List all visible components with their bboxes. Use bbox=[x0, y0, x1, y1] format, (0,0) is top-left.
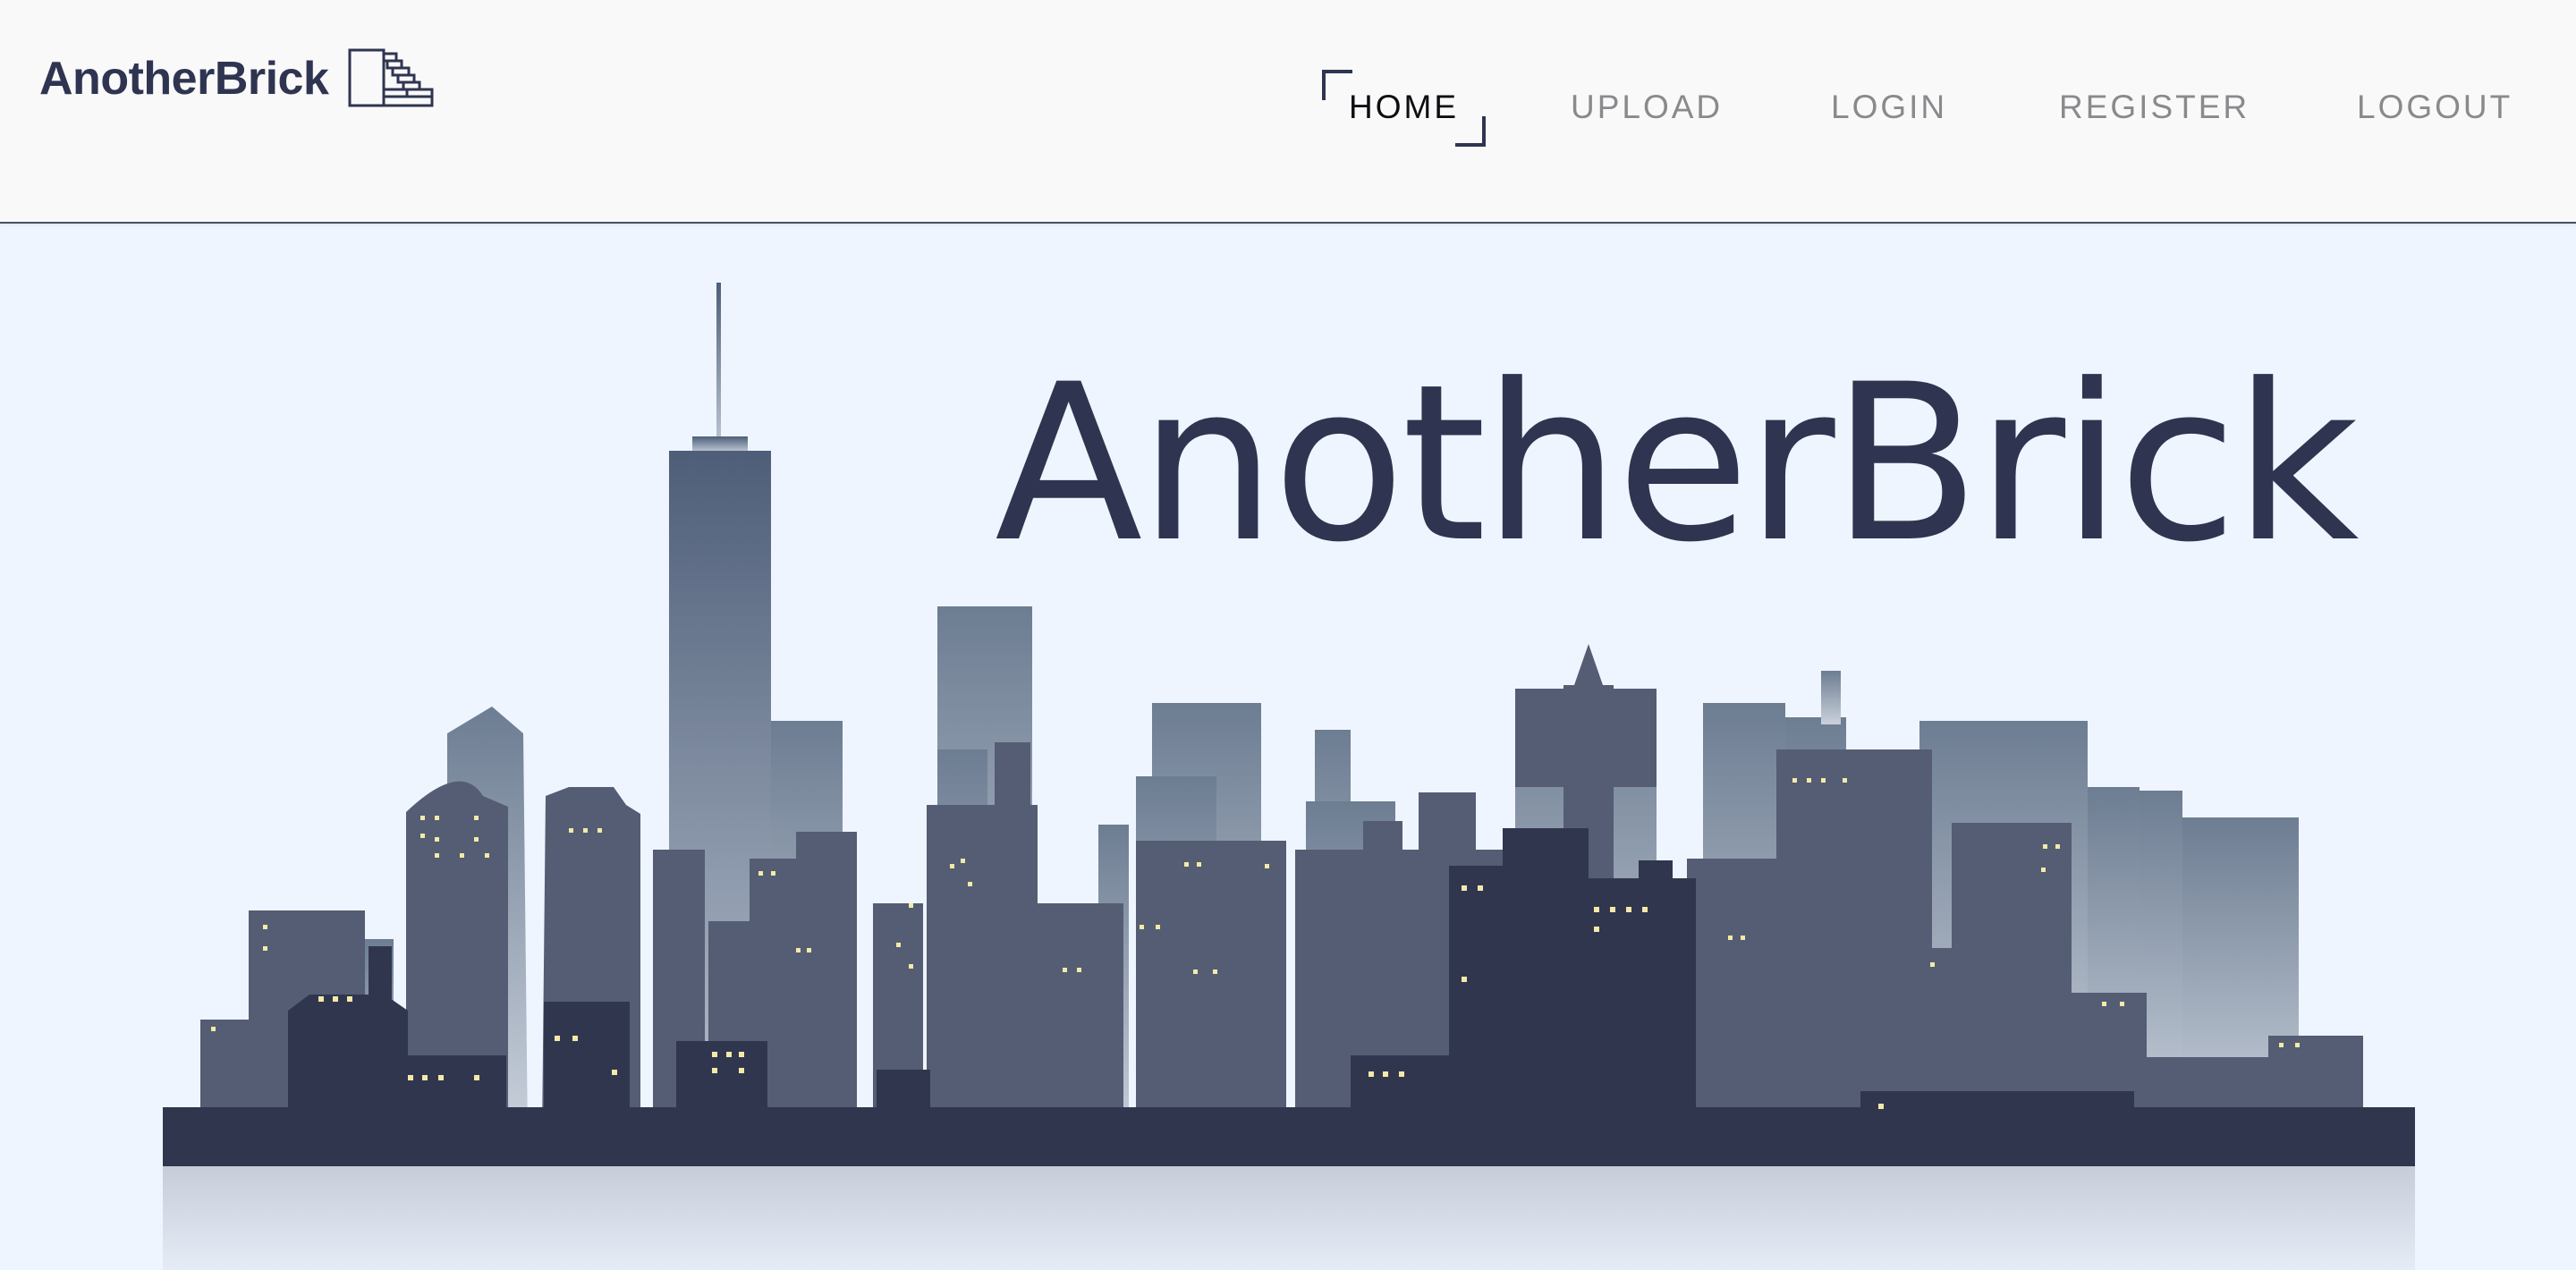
nav-home-label: HOME bbox=[1349, 89, 1459, 125]
top-navbar: AnotherBrick HOME UPLOAD LOGIN REGISTER bbox=[0, 0, 2576, 224]
nav-logout-label: LOGOUT bbox=[2357, 89, 2513, 125]
hero-title: AnotherBrick bbox=[995, 338, 2360, 590]
water-reflection bbox=[163, 1164, 2415, 1270]
nav-home[interactable]: HOME bbox=[1322, 70, 1486, 147]
nav-login-label: LOGIN bbox=[1831, 89, 1948, 125]
bracket-top-left bbox=[1322, 70, 1352, 100]
nav-upload[interactable]: UPLOAD bbox=[1571, 72, 1723, 143]
nav-upload-label: UPLOAD bbox=[1571, 89, 1724, 125]
nav-register[interactable]: REGISTER bbox=[2059, 72, 2250, 143]
hero-section: AnotherBrick bbox=[0, 224, 2576, 1270]
nav-register-label: REGISTER bbox=[2059, 89, 2250, 125]
main-nav: HOME UPLOAD LOGIN REGISTER LOGOUT bbox=[0, 70, 2576, 147]
nav-login[interactable]: LOGIN bbox=[1831, 72, 1947, 143]
nav-logout[interactable]: LOGOUT bbox=[2357, 72, 2512, 143]
bracket-bottom-right bbox=[1455, 116, 1486, 147]
